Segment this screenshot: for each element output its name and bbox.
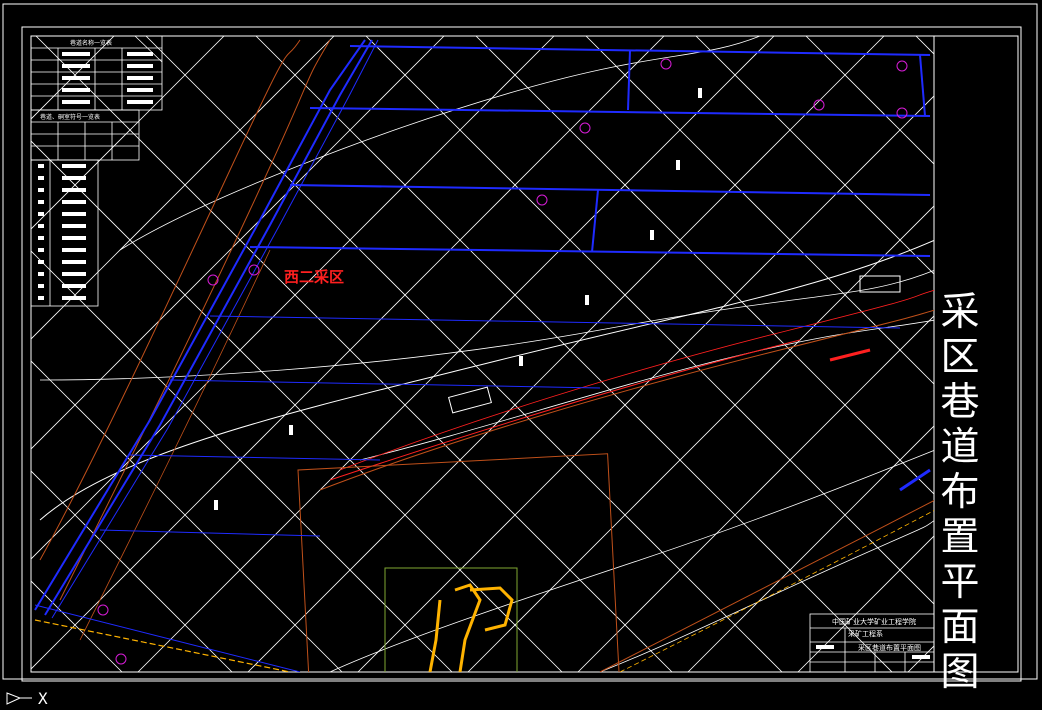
legend-row-symbol: [38, 296, 44, 300]
grid-line: [357, 95, 934, 672]
roadway-5: [209, 315, 901, 329]
grid-line: [0, 0, 40, 710]
legend-row-text: [62, 164, 86, 168]
ucs-axis-icon: [6, 692, 32, 705]
survey-points: [97, 58, 908, 665]
cut-through-2: [591, 189, 599, 253]
cut-through-1: [627, 49, 631, 111]
fault-line-4: [319, 309, 934, 491]
title-char: 布: [940, 470, 980, 515]
survey-point: [896, 60, 908, 72]
legend-row-symbol: [38, 176, 44, 180]
grid-line: [247, 36, 885, 672]
legend-table-2-title: 巷道、硐室符号一览表: [40, 114, 101, 121]
title-char: 面: [940, 605, 980, 650]
grid-line: [31, 580, 123, 672]
legend-row-symbol: [38, 224, 44, 228]
grid-line: [31, 36, 445, 450]
industrial-site: [384, 567, 518, 672]
roadway-4: [249, 246, 931, 257]
shaft-pillar: [428, 583, 514, 672]
grid-line: [805, 36, 934, 165]
title-block-line-1: 中国矿业大学矿业工程学院: [832, 618, 916, 626]
grid-line: [797, 535, 934, 672]
legend-row-text: [62, 260, 86, 264]
grid-line: [31, 36, 665, 670]
legend-row-text: [62, 272, 86, 276]
legend-row-symbol: [38, 212, 44, 216]
survey-point: [248, 264, 260, 276]
outer-border: [2, 3, 1038, 680]
red-roadway-2: [339, 289, 934, 471]
legend-row-text: [62, 284, 86, 288]
sheet-border: [21, 26, 1022, 682]
legend-row-symbol: [38, 164, 44, 168]
title-char: 平: [940, 560, 980, 605]
title-block-line-3: 采区巷道布置平面图: [858, 644, 921, 652]
legend-table-3-rows: [38, 164, 86, 300]
grid-line: [255, 36, 893, 672]
grid-line: [35, 36, 673, 672]
roadway-1: [349, 45, 931, 56]
legend-row-text: [62, 236, 86, 240]
red-segment: [829, 348, 871, 362]
roadway-stub: [899, 468, 931, 492]
legend-row-text: [62, 188, 86, 192]
title-char: 巷: [940, 380, 980, 425]
bottom-roadway: [34, 604, 301, 672]
survey-point: [115, 653, 127, 665]
fault-line-3: [79, 249, 271, 641]
crosshair-x-icon: X: [38, 689, 48, 708]
legend-row-text: [62, 224, 86, 228]
grid-line: [145, 36, 783, 672]
grid-line: [990, 0, 1042, 710]
legend-row-symbol: [38, 188, 44, 192]
legend-row-symbol: [38, 236, 44, 240]
legend-row-text: [62, 200, 86, 204]
legend-row-text: [62, 176, 86, 180]
legend-row-text: [62, 296, 86, 300]
drawing-title: 采区巷道布置平面图: [936, 290, 984, 695]
grid-line: [31, 360, 343, 672]
title-char: 区: [940, 335, 980, 380]
main-roadway-2: [44, 39, 373, 616]
title-block-line-2: 采矿工程系: [848, 630, 883, 638]
roadway-7: [129, 454, 381, 461]
grid-line: [31, 470, 233, 672]
survey-point: [536, 194, 548, 206]
roadway-2: [309, 107, 931, 117]
drawing-canvas[interactable]: [0, 0, 1042, 710]
title-char: 置: [940, 515, 980, 560]
strike-line-5: [329, 449, 934, 672]
title-char: 图: [940, 650, 980, 695]
grid-line: [31, 250, 453, 672]
legend-row-symbol: [38, 284, 44, 288]
legend-row-text: [62, 212, 86, 216]
cut-through-3: [919, 54, 926, 117]
legend-row-text: [62, 248, 86, 252]
title-char: 采: [940, 290, 980, 335]
survey-point: [660, 58, 672, 70]
mining-area-label: 西二采区: [284, 268, 345, 286]
survey-point: [579, 122, 591, 134]
grid-line: [31, 36, 555, 560]
legend-row-symbol: [38, 200, 44, 204]
legend-table-1-title: 巷道名称一览表: [70, 40, 113, 47]
title-char: 道: [940, 425, 980, 470]
cad-viewport[interactable]: 巷道名称一览表 巷道、硐室符号一览表 西二采区 采区巷道布置平面图 中国矿业大学…: [0, 0, 1042, 710]
strike-line-4: [359, 319, 934, 461]
legend-row-symbol: [38, 260, 44, 264]
roadway-3: [289, 184, 931, 196]
survey-point: [97, 604, 109, 616]
legend-row-symbol: [38, 272, 44, 276]
bottom-rail: [34, 619, 291, 672]
legend-row-symbol: [38, 248, 44, 252]
